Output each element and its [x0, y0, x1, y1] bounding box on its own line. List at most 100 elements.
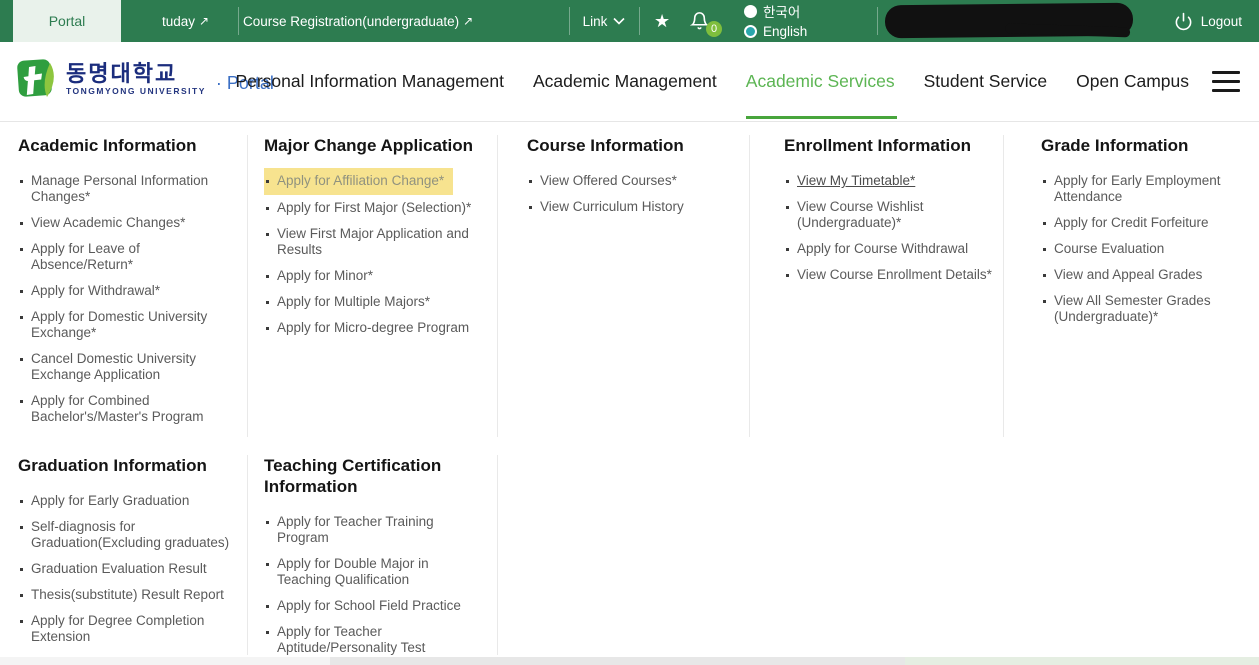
menu-item-apply-for-school-field-practice[interactable]: Apply for School Field Practice — [264, 598, 476, 614]
column-separator — [497, 455, 498, 655]
hamburger-menu-icon[interactable] — [1212, 71, 1240, 92]
course-registration-link-label: Course Registration(undergraduate) — [243, 14, 459, 29]
bullet-icon — [266, 327, 269, 330]
menu-item-view-course-enrollment-details[interactable]: View Course Enrollment Details* — [784, 267, 992, 283]
bullet-icon — [529, 206, 532, 209]
menu-item-apply-for-affiliation-change[interactable]: Apply for Affiliation Change* — [264, 168, 453, 195]
nav-item-student-service[interactable]: Student Service — [924, 42, 1048, 121]
menu-item-graduation-evaluation-result[interactable]: Graduation Evaluation Result — [18, 561, 230, 577]
menu-item-apply-for-early-employment-attendance[interactable]: Apply for Early Employment Attendance — [1041, 173, 1246, 205]
tuday-link-label: tuday — [162, 14, 195, 29]
portal-page: Portal tuday ↗ Course Registration(under… — [0, 0, 1259, 665]
menu-item-label: View and Appeal Grades — [1054, 267, 1202, 282]
portal-tab[interactable]: Portal — [13, 0, 121, 42]
menu-item-course-evaluation[interactable]: Course Evaluation — [1041, 241, 1246, 257]
menu-item-apply-for-teacher-aptitude-personality-test[interactable]: Apply for Teacher Aptitude/Personality T… — [264, 624, 476, 655]
menu-item-label: Apply for Leave of Absence/Return* — [31, 241, 140, 272]
bullet-icon — [266, 233, 269, 236]
menu-item-view-all-semester-grades-undergraduate[interactable]: View All Semester Grades (Undergraduate)… — [1041, 293, 1246, 325]
menu-item-view-course-wishlist-undergraduate[interactable]: View Course Wishlist (Undergraduate)* — [784, 199, 992, 231]
menu-section-title: Enrollment Information — [784, 135, 992, 156]
menu-section-major-change-application: Major Change ApplicationApply for Affili… — [264, 135, 489, 437]
power-icon — [1174, 12, 1193, 31]
bullet-icon — [20, 358, 23, 361]
language-option-korean[interactable]: 한국어 — [744, 1, 807, 21]
logo-text: 동명대학교 TONGMYONG UNIVERSITY — [66, 62, 206, 96]
menu-item-label: Apply for Course Withdrawal — [797, 241, 968, 256]
menu-section-enrollment-information: Enrollment Information View My Timetable*… — [784, 135, 992, 437]
menu-item-label: View Offered Courses* — [540, 173, 677, 188]
menu-item-manage-personal-information-changes[interactable]: Manage Personal Information Changes* — [18, 173, 230, 205]
menu-item-view-and-appeal-grades[interactable]: View and Appeal Grades — [1041, 267, 1246, 283]
notifications-bell-icon[interactable]: 0 — [690, 9, 720, 35]
tuday-link[interactable]: tuday ↗ — [133, 0, 238, 42]
page-bottom-strip — [0, 657, 1259, 665]
menu-item-view-curriculum-history[interactable]: View Curriculum History — [527, 199, 735, 215]
link-dropdown[interactable]: Link — [569, 0, 639, 42]
menu-item-self-diagnosis-for-graduation-excluding-graduates[interactable]: Self-diagnosis for Graduation(Excluding … — [18, 519, 230, 551]
menu-item-apply-for-domestic-university-exchange[interactable]: Apply for Domestic University Exchange* — [18, 309, 230, 341]
nav-item-personal-information-management[interactable]: Personal Information Management — [235, 42, 503, 121]
menu-item-apply-for-early-graduation[interactable]: Apply for Early Graduation — [18, 493, 230, 509]
menu-item-label: Apply for Degree Completion Extension — [31, 613, 204, 644]
bullet-icon — [20, 248, 23, 251]
menu-item-label: Apply for Credit Forfeiture — [1054, 215, 1209, 230]
bullet-icon — [20, 568, 23, 571]
menu-item-apply-for-credit-forfeiture[interactable]: Apply for Credit Forfeiture — [1041, 215, 1246, 231]
menu-item-apply-for-double-major-in-teaching-qualification[interactable]: Apply for Double Major in Teaching Quali… — [264, 556, 476, 588]
menu-item-label: View Course Enrollment Details* — [797, 267, 992, 282]
top-utility-bar: Portal tuday ↗ Course Registration(under… — [0, 0, 1259, 42]
favorites-star-icon[interactable]: ★ — [654, 10, 670, 32]
menu-item-thesis-substitute-result-report[interactable]: Thesis(substitute) Result Report — [18, 587, 230, 603]
menu-section-title: Grade Information — [1041, 135, 1246, 156]
language-option-english[interactable]: English — [744, 21, 807, 41]
menu-item-label: Course Evaluation — [1054, 241, 1164, 256]
menu-section-title: Graduation Information — [18, 455, 230, 476]
menu-item-label: Graduation Evaluation Result — [31, 561, 207, 576]
main-navigation: Personal Information Management Academic … — [235, 42, 1189, 121]
bullet-icon — [266, 301, 269, 304]
nav-item-academic-services[interactable]: Academic Services — [746, 42, 895, 121]
menu-item-apply-for-micro-degree-program[interactable]: Apply for Micro-degree Program — [264, 320, 489, 336]
menu-item-view-my-timetable[interactable]: View My Timetable* — [784, 173, 992, 189]
menu-item-apply-for-degree-completion-extension[interactable]: Apply for Degree Completion Extension — [18, 613, 230, 645]
topbar-divider — [639, 7, 640, 35]
menu-item-label: View First Major Application and Results — [277, 226, 469, 257]
logout-button[interactable]: Logout — [1174, 0, 1242, 42]
menu-section-title: Academic Information — [18, 135, 230, 156]
course-registration-link[interactable]: Course Registration(undergraduate) ↗ — [243, 0, 473, 42]
language-label: 한국어 — [763, 1, 800, 21]
column-separator — [247, 455, 248, 655]
radio-unselected-icon[interactable] — [744, 5, 757, 18]
menu-section-title: Teaching Certification Information — [264, 455, 476, 497]
menu-section-course-information: Course InformationView Offered Courses*V… — [527, 135, 735, 437]
menu-item-label: View My Timetable* — [797, 173, 915, 188]
menu-item-apply-for-first-major-selection[interactable]: Apply for First Major (Selection)* — [264, 200, 489, 216]
nav-item-open-campus[interactable]: Open Campus — [1076, 42, 1189, 121]
menu-item-view-academic-changes[interactable]: View Academic Changes* — [18, 215, 230, 231]
bullet-icon — [786, 274, 789, 277]
menu-item-view-offered-courses[interactable]: View Offered Courses* — [527, 173, 735, 189]
redacted-user-info — [885, 3, 1133, 39]
menu-item-apply-for-course-withdrawal[interactable]: Apply for Course Withdrawal — [784, 241, 992, 257]
radio-selected-icon[interactable] — [744, 25, 757, 38]
menu-item-apply-for-withdrawal[interactable]: Apply for Withdrawal* — [18, 283, 230, 299]
menu-item-label: View Course Wishlist (Undergraduate)* — [797, 199, 924, 230]
menu-item-apply-for-teacher-training-program[interactable]: Apply for Teacher Training Program — [264, 514, 476, 546]
menu-item-view-first-major-application-and-results[interactable]: View First Major Application and Results — [264, 226, 489, 258]
menu-item-apply-for-leave-of-absence-return[interactable]: Apply for Leave of Absence/Return* — [18, 241, 230, 273]
menu-item-label: Manage Personal Information Changes* — [31, 173, 208, 204]
nav-item-academic-management[interactable]: Academic Management — [533, 42, 717, 121]
language-label: English — [763, 24, 807, 39]
logout-label: Logout — [1201, 14, 1242, 29]
menu-item-cancel-domestic-university-exchange-application[interactable]: Cancel Domestic University Exchange Appl… — [18, 351, 230, 383]
logo-english-name: TONGMYONG UNIVERSITY — [66, 86, 206, 96]
logo-mark-icon — [14, 56, 58, 102]
menu-item-apply-for-minor[interactable]: Apply for Minor* — [264, 268, 489, 284]
menu-item-apply-for-multiple-majors[interactable]: Apply for Multiple Majors* — [264, 294, 489, 310]
external-link-icon: ↗ — [463, 14, 473, 28]
bottom-strip-segment — [905, 657, 1259, 665]
menu-item-apply-for-combined-bachelor-s-master-s-program[interactable]: Apply for Combined Bachelor's/Master's P… — [18, 393, 230, 425]
menu-item-label: Apply for Combined Bachelor's/Master's P… — [31, 393, 203, 424]
menu-item-label: Thesis(substitute) Result Report — [31, 587, 224, 602]
